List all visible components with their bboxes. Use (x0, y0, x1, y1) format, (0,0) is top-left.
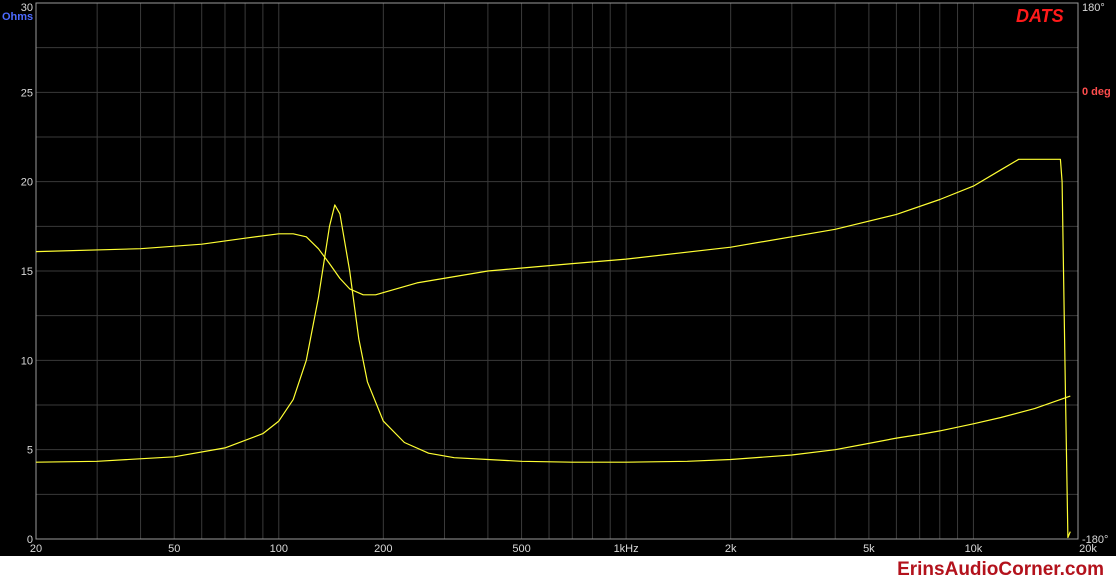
x-tick-label: 10k (965, 543, 983, 555)
y-axis-label: Ohms (2, 11, 33, 23)
x-tick-label: 50 (168, 543, 180, 555)
x-tick-label: 500 (512, 543, 530, 555)
phase-curve (35, 158, 1071, 539)
y-tick-label: 0 (27, 534, 33, 546)
x-tick-label: 5k (863, 543, 875, 555)
y-tick-label: 20 (21, 177, 33, 189)
y2-tick-label: -180° (1082, 534, 1108, 546)
watermark: ErinsAudioCorner.com (891, 558, 1110, 582)
impedance-curve (35, 204, 1071, 463)
x-tick-label: 200 (374, 543, 392, 555)
grid (35, 2, 1079, 540)
tick-labels: 20 50 100 200 500 1kHz 2k 5k 10k 20k051015202530 1… (21, 2, 1109, 555)
x-tick-label: 1kHz (614, 543, 639, 555)
x-tick-label: 2k (725, 543, 737, 555)
y-tick-label: 25 (21, 87, 33, 99)
y-tick-label: 15 (21, 266, 33, 278)
curves (35, 158, 1071, 539)
y2-axis-label: 0 deg (1082, 86, 1111, 98)
impedance-phase-chart: 20 50 100 200 500 1kHz 2k 5k 10k 20k051015202530 1… (2, 2, 1111, 555)
y2-tick-label: 180° (1082, 2, 1105, 14)
dats-logo: DATS (1016, 6, 1064, 26)
y-tick-label: 10 (21, 355, 33, 367)
y-tick-label: 5 (27, 445, 33, 457)
x-tick-label: 100 (270, 543, 288, 555)
